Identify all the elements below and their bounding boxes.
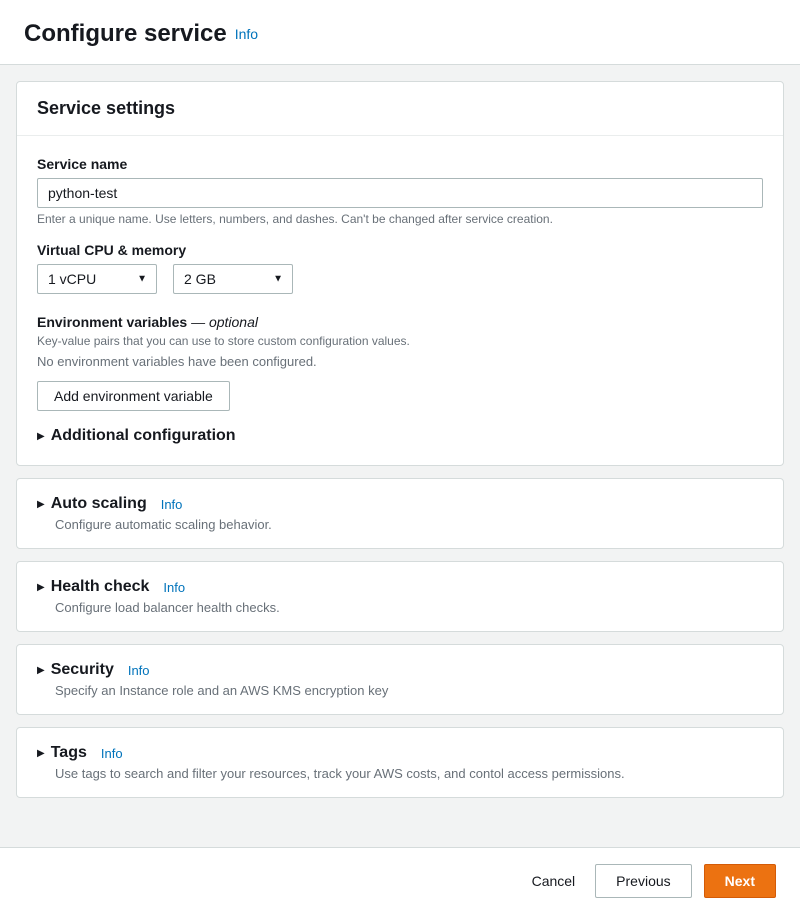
footer-bar: Cancel Previous Next (0, 847, 800, 914)
env-vars-empty: No environment variables have been confi… (37, 354, 763, 369)
env-vars-section: Environment variables — optional Key-val… (37, 314, 763, 411)
health-check-info-link[interactable]: Info (163, 580, 185, 595)
security-body: ▶ Security Info Specify an Instance role… (17, 645, 783, 714)
auto-scaling-section: ▶ Auto scaling Info Configure automatic … (16, 478, 784, 549)
additional-config-title: Additional configuration (51, 427, 236, 445)
tags-description: Use tags to search and filter your resou… (37, 766, 763, 781)
env-vars-title: Environment variables — optional (37, 314, 763, 330)
main-content: Service settings Service name Enter a un… (0, 65, 800, 847)
security-info-link[interactable]: Info (128, 663, 150, 678)
auto-scaling-body: ▶ Auto scaling Info Configure automatic … (17, 479, 783, 548)
vcpu-memory-group: Virtual CPU & memory 0.25 vCPU 0.5 vCPU … (37, 242, 763, 294)
security-section: ▶ Security Info Specify an Instance role… (16, 644, 784, 715)
additional-config-header[interactable]: ▶ Additional configuration (37, 427, 763, 445)
service-name-hint: Enter a unique name. Use letters, number… (37, 212, 763, 226)
service-settings-card: Service settings Service name Enter a un… (16, 81, 784, 466)
vcpu-select-wrapper: 0.25 vCPU 0.5 vCPU 1 vCPU 2 vCPU 4 vCPU … (37, 264, 157, 294)
service-settings-header: Service settings (17, 82, 783, 136)
add-env-var-button[interactable]: Add environment variable (37, 381, 230, 411)
previous-button[interactable]: Previous (595, 864, 691, 898)
health-check-body: ▶ Health check Info Configure load balan… (17, 562, 783, 631)
vcpu-select[interactable]: 0.25 vCPU 0.5 vCPU 1 vCPU 2 vCPU 4 vCPU (37, 264, 157, 294)
auto-scaling-header[interactable]: ▶ Auto scaling Info (37, 495, 763, 513)
auto-scaling-info-link[interactable]: Info (161, 497, 183, 512)
health-check-description: Configure load balancer health checks. (37, 600, 763, 615)
health-check-arrow-icon: ▶ (37, 582, 45, 593)
security-header[interactable]: ▶ Security Info (37, 661, 763, 679)
vcpu-memory-label: Virtual CPU & memory (37, 242, 763, 258)
tags-info-link[interactable]: Info (101, 746, 123, 761)
service-name-label: Service name (37, 156, 763, 172)
health-check-section: ▶ Health check Info Configure load balan… (16, 561, 784, 632)
page-header: Configure service Info (0, 0, 800, 65)
service-settings-title: Service settings (37, 98, 175, 118)
next-button[interactable]: Next (704, 864, 776, 898)
auto-scaling-title: Auto scaling (51, 495, 147, 513)
tags-header[interactable]: ▶ Tags Info (37, 744, 763, 762)
security-arrow-icon: ▶ (37, 665, 45, 676)
service-name-group: Service name Enter a unique name. Use le… (37, 156, 763, 226)
page-title: Configure service (24, 20, 227, 48)
tags-body: ▶ Tags Info Use tags to search and filte… (17, 728, 783, 797)
health-check-header[interactable]: ▶ Health check Info (37, 578, 763, 596)
tags-section: ▶ Tags Info Use tags to search and filte… (16, 727, 784, 798)
auto-scaling-arrow-icon: ▶ (37, 499, 45, 510)
env-vars-description: Key-value pairs that you can use to stor… (37, 334, 763, 348)
cancel-button[interactable]: Cancel (524, 867, 584, 895)
service-name-input[interactable] (37, 178, 763, 208)
memory-select[interactable]: 0.5 GB 1 GB 2 GB 3 GB 4 GB 6 GB 8 GB (173, 264, 293, 294)
tags-arrow-icon: ▶ (37, 748, 45, 759)
security-description: Specify an Instance role and an AWS KMS … (37, 683, 763, 698)
auto-scaling-description: Configure automatic scaling behavior. (37, 517, 763, 532)
service-settings-body: Service name Enter a unique name. Use le… (17, 136, 783, 465)
tags-title: Tags (51, 744, 87, 762)
memory-select-wrapper: 0.5 GB 1 GB 2 GB 3 GB 4 GB 6 GB 8 GB ▼ (173, 264, 293, 294)
additional-config-arrow-icon: ▶ (37, 431, 45, 442)
dropdowns-row: 0.25 vCPU 0.5 vCPU 1 vCPU 2 vCPU 4 vCPU … (37, 264, 763, 294)
security-title: Security (51, 661, 114, 679)
page-info-link[interactable]: Info (235, 26, 258, 42)
health-check-title: Health check (51, 578, 150, 596)
page-wrapper: Configure service Info Service settings … (0, 0, 800, 914)
